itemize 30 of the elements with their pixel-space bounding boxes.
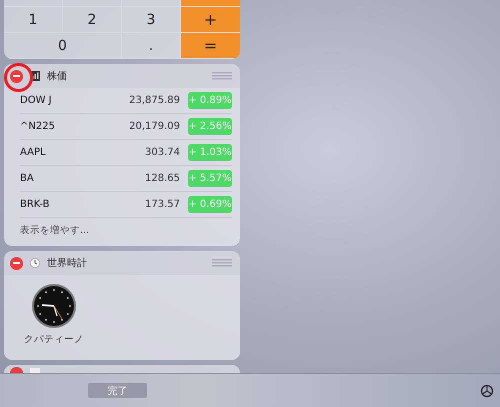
widget-title: 世界時計 bbox=[47, 256, 88, 270]
analog-clock-icon bbox=[31, 283, 77, 329]
stock-price: 20,179.09 bbox=[129, 121, 180, 132]
list-icon bbox=[30, 368, 40, 373]
city-label: クパティーノ bbox=[24, 333, 84, 346]
stock-price: 173.57 bbox=[145, 199, 180, 210]
clock-icon bbox=[30, 258, 40, 268]
remove-button[interactable] bbox=[10, 256, 23, 270]
stock-price: 23,875.89 bbox=[129, 95, 180, 106]
stock-price: 303.74 bbox=[145, 147, 180, 158]
calculator-key[interactable]: 1 bbox=[4, 7, 63, 33]
calculator-key[interactable] bbox=[181, 0, 240, 7]
stock-symbol: ^N225 bbox=[20, 121, 56, 132]
drag-handle-icon[interactable] bbox=[212, 72, 232, 80]
remove-button[interactable] bbox=[10, 367, 23, 373]
stock-price: 128.65 bbox=[145, 173, 180, 184]
calculator-key[interactable]: 0 bbox=[4, 33, 122, 59]
remove-button[interactable] bbox=[10, 70, 23, 82]
stock-symbol: BA bbox=[20, 173, 35, 184]
calculator-key[interactable]: 2 bbox=[63, 7, 122, 33]
stock-symbol: DOW J bbox=[20, 95, 53, 106]
calculator-key[interactable]: + bbox=[181, 7, 240, 33]
calculator-key[interactable]: = bbox=[181, 33, 240, 59]
stock-symbol: BRK-B bbox=[20, 199, 50, 210]
settings-icon[interactable] bbox=[480, 384, 494, 398]
show-more-link[interactable]: 表示を増やす... bbox=[20, 218, 232, 246]
calculator-key[interactable] bbox=[4, 0, 63, 7]
drag-handle-icon[interactable] bbox=[212, 259, 232, 267]
stock-symbol: AAPL bbox=[20, 147, 47, 158]
widget-title: 株価 bbox=[47, 70, 68, 83]
